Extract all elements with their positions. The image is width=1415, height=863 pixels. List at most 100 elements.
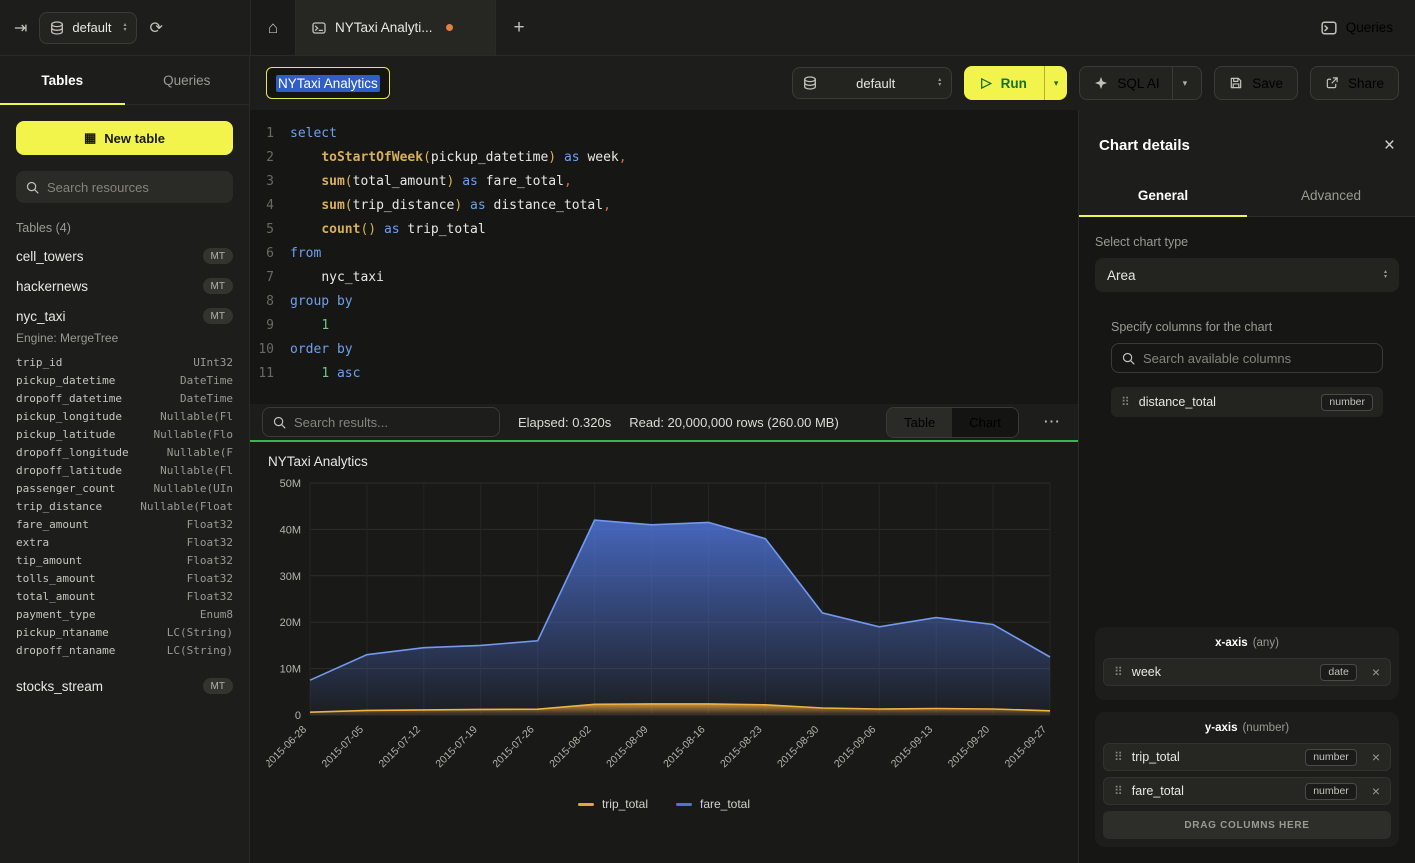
code-line: 1select: [250, 122, 1078, 146]
new-table-button[interactable]: ▦ New table: [16, 121, 233, 155]
more-options-icon[interactable]: ⋯: [1037, 412, 1066, 432]
sql-ai-button[interactable]: SQL AI ▾: [1079, 66, 1202, 100]
y-axis-items: ⠿trip_totalnumber×⠿fare_totalnumber×: [1103, 743, 1391, 805]
columns-search[interactable]: [1111, 343, 1383, 373]
sidebar-tab-tables[interactable]: Tables: [0, 56, 125, 104]
table-name: hackernews: [16, 279, 88, 294]
axis-column-item[interactable]: ⠿fare_totalnumber×: [1103, 777, 1391, 805]
column-row: tip_amountFloat32: [0, 551, 249, 569]
column-type: LC(String): [167, 644, 233, 657]
code-line: 4 sum(trip_distance) as distance_total,: [250, 194, 1078, 218]
drop-zone[interactable]: DRAG COLUMNS HERE: [1103, 811, 1391, 839]
results-search[interactable]: [262, 407, 500, 437]
drag-handle-icon[interactable]: ⠿: [1114, 750, 1123, 764]
remove-icon[interactable]: ×: [1366, 784, 1380, 798]
column-type: DateTime: [180, 374, 233, 387]
app-root: ⇥ default ▴▾ ⟳ ⌂ NYTaxi Analyti... + Que…: [0, 0, 1415, 863]
resources-search-input[interactable]: [47, 180, 223, 195]
read-stat: Read: 20,000,000 rows (260.00 MB): [629, 415, 839, 430]
axis-item-name: week: [1132, 665, 1161, 679]
save-label: Save: [1252, 76, 1283, 91]
column-type: Nullable(F: [167, 446, 233, 459]
run-button[interactable]: ▷ Run ▾: [964, 66, 1067, 100]
column-name: tip_amount: [16, 554, 82, 567]
svg-text:2015-06-28: 2015-06-28: [266, 724, 309, 771]
drag-handle-icon[interactable]: ⠿: [1114, 665, 1123, 679]
code-text: nyc_taxi: [290, 266, 384, 290]
column-name: dropoff_longitude: [16, 446, 129, 459]
refresh-icon[interactable]: ⟳: [149, 18, 162, 38]
column-row: trip_distanceNullable(Float: [0, 497, 249, 515]
table-engine-badge: MT: [203, 678, 233, 694]
column-name: passenger_count: [16, 482, 115, 495]
columns-search-input[interactable]: [1143, 351, 1372, 366]
code-text: order by: [290, 338, 353, 362]
drag-handle-icon[interactable]: ⠿: [1121, 395, 1130, 409]
available-columns: ⠿distance_totalnumber: [1111, 387, 1383, 417]
table-grid-icon: ▦: [84, 130, 96, 146]
query-title-input[interactable]: NYTaxi Analytics: [266, 67, 390, 99]
remove-icon[interactable]: ×: [1366, 665, 1380, 679]
available-column-item[interactable]: ⠿distance_totalnumber: [1111, 387, 1383, 417]
sidebar-tab-queries[interactable]: Queries: [125, 56, 250, 104]
close-icon[interactable]: ×: [1384, 136, 1395, 155]
column-type: Float32: [187, 590, 233, 603]
x-axis-hint: (any): [1253, 637, 1279, 649]
home-tab[interactable]: ⌂: [250, 0, 296, 55]
drag-handle-icon[interactable]: ⠿: [1114, 784, 1123, 798]
sidebar-collapse-icon[interactable]: ⇥: [14, 18, 27, 38]
column-row: total_amountFloat32: [0, 587, 249, 605]
svg-text:40M: 40M: [280, 524, 301, 536]
chevron-updown-icon: ▴▾: [938, 78, 941, 88]
tab-general[interactable]: General: [1079, 175, 1247, 216]
resources-search[interactable]: [16, 171, 233, 203]
column-type: LC(String): [167, 626, 233, 639]
area-chart[interactable]: 010M20M30M40M50M2015-06-282015-07-052015…: [266, 473, 1062, 795]
axis-item-name: trip_total: [1132, 750, 1180, 764]
chart-type-select[interactable]: Area ▴▾: [1095, 258, 1399, 292]
column-row: dropoff_ntanameLC(String): [0, 641, 249, 659]
column-row: dropoff_longitude Nullable(F: [0, 443, 249, 461]
topbar-right: Queries: [1321, 0, 1415, 55]
tab-advanced[interactable]: Advanced: [1247, 175, 1415, 216]
database-selector[interactable]: default ▴▾: [39, 12, 137, 44]
column-type: Enum8: [200, 608, 233, 621]
results-search-input[interactable]: [294, 415, 489, 430]
table-row[interactable]: hackernews MT: [0, 271, 249, 301]
column-type: Float32: [187, 572, 233, 585]
code-text: sum(total_amount) as fare_total,: [290, 170, 572, 194]
table-row[interactable]: stocks_streamMT: [0, 671, 249, 701]
code-line: 9 1: [250, 314, 1078, 338]
run-options-caret[interactable]: ▾: [1044, 66, 1068, 100]
legend-item[interactable]: trip_total: [578, 797, 648, 811]
column-type-badge: number: [1321, 394, 1373, 411]
column-name: trip_distance: [16, 500, 102, 513]
table-row[interactable]: cell_towersMT: [0, 241, 249, 271]
axis-column-item[interactable]: ⠿weekdate×: [1103, 658, 1391, 686]
legend-item[interactable]: fare_total: [676, 797, 750, 811]
save-button[interactable]: Save: [1214, 66, 1298, 100]
editor-database-selector[interactable]: default ▴▾: [792, 67, 952, 99]
column-type: Nullable(Flo: [154, 428, 233, 441]
table-view-button[interactable]: Table: [887, 408, 952, 437]
remove-icon[interactable]: ×: [1366, 750, 1380, 764]
sql-ai-caret[interactable]: ▾: [1172, 67, 1188, 99]
x-axis-items: ⠿weekdate×: [1103, 658, 1391, 686]
new-tab-button[interactable]: +: [496, 0, 542, 55]
queries-button[interactable]: Queries: [1321, 20, 1393, 36]
svg-text:50M: 50M: [280, 478, 301, 490]
chart-view-button[interactable]: Chart: [952, 408, 1018, 437]
columns-label: Specify columns for the chart: [1111, 320, 1383, 334]
unsaved-dot-icon: [446, 24, 453, 31]
column-row: pickup_datetime DateTime: [0, 371, 249, 389]
table-row[interactable]: nyc_taxiMT: [0, 301, 249, 331]
code-line: 3 sum(total_amount) as fare_total,: [250, 170, 1078, 194]
share-button[interactable]: Share: [1310, 66, 1399, 100]
sql-editor[interactable]: 1select2 toStartOfWeek(pickup_datetime) …: [250, 110, 1078, 404]
axis-column-item[interactable]: ⠿trip_totalnumber×: [1103, 743, 1391, 771]
query-tab[interactable]: NYTaxi Analyti...: [296, 0, 496, 55]
tables-header: Tables (4): [16, 221, 233, 235]
code-text: sum(trip_distance) as distance_total,: [290, 194, 611, 218]
table-engine-badge: MT: [203, 278, 233, 294]
column-name: pickup_datetime: [16, 374, 115, 387]
